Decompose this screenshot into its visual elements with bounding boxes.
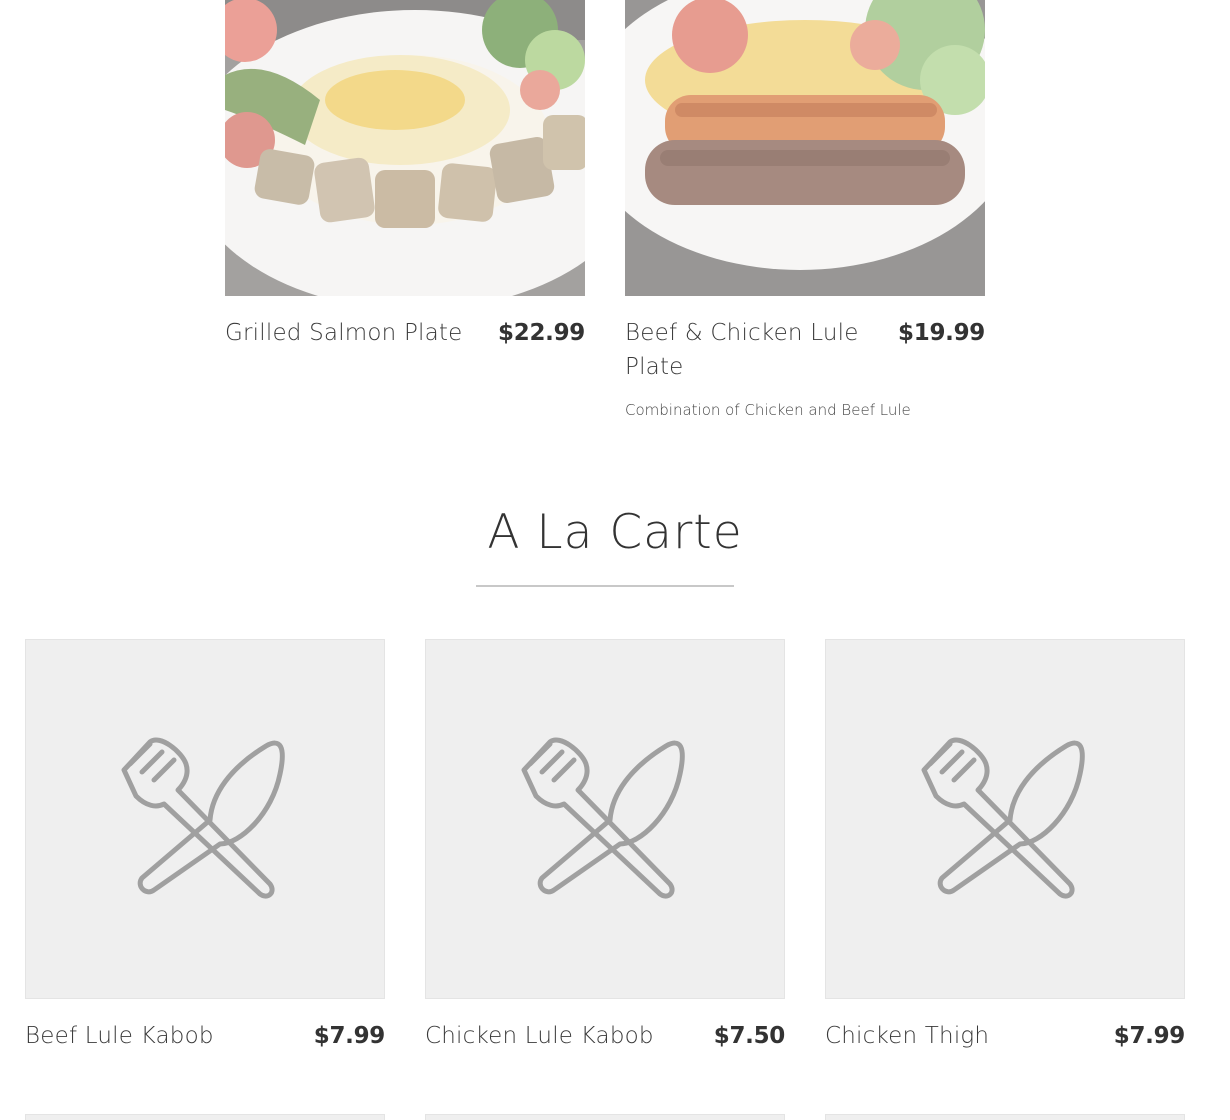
food-photo[interactable] bbox=[225, 0, 585, 296]
menu-item-price: $7.50 bbox=[713, 1023, 786, 1049]
menu-item-card[interactable]: Beef & Chicken Lule Plate $19.99 Combina… bbox=[625, 0, 985, 421]
menu-item-card[interactable]: Beef Lule Kabob $7.99 bbox=[25, 639, 385, 1053]
section-divider bbox=[476, 585, 734, 587]
next-row-placeholder[interactable] bbox=[825, 1114, 1185, 1120]
menu-item-name: Beef Lule Kabob bbox=[25, 1023, 214, 1049]
section-title: A La Carte bbox=[487, 505, 743, 560]
menu-item-price: $7.99 bbox=[313, 1023, 386, 1049]
image-placeholder[interactable] bbox=[25, 639, 385, 999]
menu-item-name: Beef & Chicken Lule Plate bbox=[625, 320, 859, 380]
menu-item-price: $19.99 bbox=[898, 320, 985, 346]
image-placeholder[interactable] bbox=[825, 639, 1185, 999]
menu-item-card[interactable]: Chicken Lule Kabob $7.50 bbox=[425, 639, 785, 1053]
menu-item-description: Combination of Chicken and Beef Lule bbox=[625, 401, 911, 419]
image-placeholder[interactable] bbox=[425, 639, 785, 999]
menu-item-name: Chicken Lule Kabob bbox=[425, 1023, 654, 1049]
fork-knife-placeholder-icon bbox=[521, 737, 685, 899]
next-row-placeholder[interactable] bbox=[25, 1114, 385, 1120]
next-row-placeholder[interactable] bbox=[425, 1114, 785, 1120]
menu-item-name: Grilled Salmon Plate bbox=[225, 320, 463, 346]
menu-item-card[interactable]: Chicken Thigh $7.99 bbox=[825, 639, 1185, 1053]
menu-item-name: Chicken Thigh bbox=[825, 1023, 990, 1049]
menu-item-card[interactable]: Grilled Salmon Plate $22.99 bbox=[225, 0, 585, 350]
fork-knife-placeholder-icon bbox=[121, 737, 285, 899]
fork-knife-placeholder-icon bbox=[921, 737, 1085, 899]
menu-item-price: $7.99 bbox=[1113, 1023, 1186, 1049]
menu-item-price: $22.99 bbox=[498, 320, 585, 346]
food-photo[interactable] bbox=[625, 0, 985, 296]
